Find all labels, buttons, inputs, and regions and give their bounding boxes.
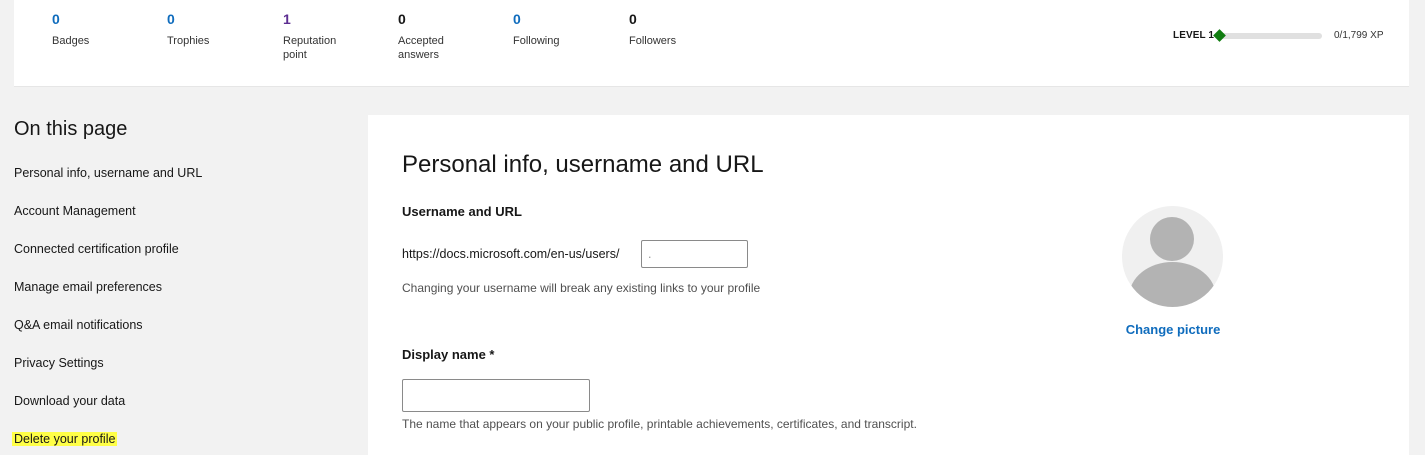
username-url-label: Username and URL bbox=[402, 204, 522, 219]
stat-following[interactable]: 0 Following bbox=[513, 10, 623, 48]
stat-reputation-label: Reputation point bbox=[283, 35, 337, 61]
toc-link-certification-profile[interactable]: Connected certification profile bbox=[14, 241, 344, 279]
stat-trophies-label: Trophies bbox=[167, 35, 210, 47]
toc-title: On this page bbox=[14, 118, 128, 140]
stat-badges[interactable]: 0 Badges bbox=[52, 10, 162, 48]
stat-accepted-answers[interactable]: 0 Accepted answers bbox=[398, 10, 458, 62]
toc-link-download-data[interactable]: Download your data bbox=[14, 393, 344, 431]
stat-accepted-answers-value: 0 bbox=[398, 11, 406, 27]
stat-trophies-value: 0 bbox=[167, 11, 175, 27]
toc-link-privacy-settings[interactable]: Privacy Settings bbox=[14, 355, 344, 393]
avatar-body-shape bbox=[1129, 262, 1216, 307]
level-progress: LEVEL 1 0/1,799 XP bbox=[1173, 29, 1393, 43]
xp-readout: 0/1,799 XP bbox=[1334, 30, 1384, 41]
toc-link-delete-profile[interactable]: Delete your profile bbox=[12, 431, 344, 455]
stat-badges-label: Badges bbox=[52, 35, 90, 47]
toc-link-email-preferences[interactable]: Manage email preferences bbox=[14, 279, 344, 317]
stat-following-label: Following bbox=[513, 35, 560, 47]
level-diamond-icon bbox=[1213, 29, 1226, 42]
toc-link-personal-info[interactable]: Personal info, username and URL bbox=[14, 165, 344, 203]
profile-url-prefix: https://docs.microsoft.com/en-us/users/ bbox=[402, 247, 620, 261]
change-picture-link[interactable]: Change picture bbox=[1123, 322, 1223, 337]
xp-progress-bar bbox=[1220, 33, 1322, 39]
display-name-help-text: The name that appears on your public pro… bbox=[402, 417, 917, 431]
section-heading: Personal info, username and URL bbox=[402, 151, 764, 178]
stat-followers-value: 0 bbox=[629, 11, 637, 27]
profile-stats-card: 0 Badges 0 Trophies 1 Reputation point 0… bbox=[14, 0, 1409, 87]
toc-link-account-management[interactable]: Account Management bbox=[14, 203, 344, 241]
stat-followers[interactable]: 0 Followers bbox=[629, 10, 739, 48]
username-help-text: Changing your username will break any ex… bbox=[402, 281, 761, 295]
personal-info-panel: Personal info, username and URL Username… bbox=[368, 115, 1409, 455]
stat-accepted-answers-label: Accepted answers bbox=[398, 35, 444, 61]
display-name-label: Display name * bbox=[402, 347, 495, 362]
toc-link-qa-notifications[interactable]: Q&A email notifications bbox=[14, 317, 344, 355]
toc-list: Personal info, username and URL Account … bbox=[12, 165, 344, 455]
on-this-page-nav: On this page Personal info, username and… bbox=[12, 116, 344, 455]
stat-trophies[interactable]: 0 Trophies bbox=[167, 10, 277, 48]
stat-following-value: 0 bbox=[513, 11, 521, 27]
stat-reputation[interactable]: 1 Reputation point bbox=[283, 10, 351, 62]
stat-followers-label: Followers bbox=[629, 35, 677, 47]
level-label: LEVEL 1 bbox=[1173, 30, 1215, 41]
default-avatar-icon bbox=[1122, 206, 1223, 307]
stat-badges-value: 0 bbox=[52, 11, 60, 27]
display-name-input[interactable] bbox=[402, 379, 590, 412]
username-input[interactable] bbox=[641, 240, 748, 268]
avatar-head-shape bbox=[1150, 217, 1194, 261]
stat-reputation-value: 1 bbox=[283, 11, 291, 27]
